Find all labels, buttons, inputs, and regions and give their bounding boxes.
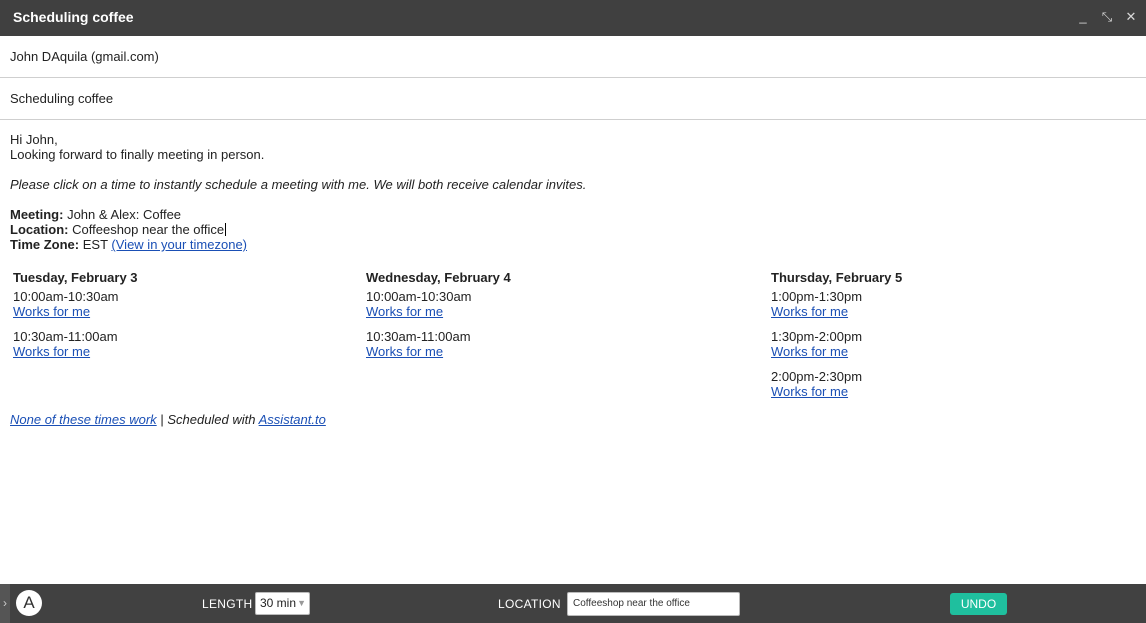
popout-icon[interactable]: ⤡ [1098,8,1116,26]
slot-time: 10:00am-10:30am [366,289,472,304]
length-value: 30 min [260,596,297,610]
location-input[interactable]: Coffeeshop near the office [567,592,740,616]
none-of-these-times-link[interactable]: None of these times work [10,412,157,427]
compose-title: Scheduling coffee [13,9,134,25]
timezone-value: EST [82,237,108,252]
day-column-thursday: Thursday, February 5 1:00pm-1:30pm Works… [771,270,902,409]
length-select[interactable]: 30 min ▼ [255,592,310,615]
dropdown-arrow-icon: ▼ [297,598,306,608]
time-slot: 1:30pm-2:00pm Works for me [771,329,902,359]
day-column-tuesday: Tuesday, February 3 10:00am-10:30am Work… [13,270,138,369]
instructions-text: Please click on a time to instantly sche… [10,177,587,192]
assistant-to-link[interactable]: Assistant.to [259,412,326,427]
undo-button[interactable]: UNDO [950,593,1007,615]
location-label: LOCATION [498,597,561,611]
works-for-me-link[interactable]: Works for me [13,344,90,359]
greeting: Hi John, [10,132,58,147]
meeting-value: John & Alex: Coffee [67,207,182,222]
compose-title-bar: Scheduling coffee _ ⤡ ✕ [0,0,1146,36]
works-for-me-link[interactable]: Works for me [366,304,443,319]
intro-text: Looking forward to finally meeting in pe… [10,147,265,162]
meeting-details: Meeting: John & Alex: Coffee Location: C… [10,207,1130,252]
location-label: Location: [10,222,69,237]
slot-time: 1:00pm-1:30pm [771,289,863,304]
works-for-me-link[interactable]: Works for me [771,304,848,319]
close-icon[interactable]: ✕ [1122,8,1140,26]
works-for-me-link[interactable]: Works for me [771,344,848,359]
time-slot: 10:00am-10:30am Works for me [366,289,511,319]
day-column-wednesday: Wednesday, February 4 10:00am-10:30am Wo… [366,270,511,369]
works-for-me-link[interactable]: Works for me [366,344,443,359]
time-slot: 2:00pm-2:30pm Works for me [771,369,902,399]
text-cursor [225,223,227,236]
assistant-toolbar: › A LENGTH 30 min ▼ LOCATION Coffeeshop … [0,584,1146,623]
scheduling-footer: None of these times work | Scheduled wit… [10,412,326,427]
message-body[interactable]: Hi John, Looking forward to finally meet… [10,132,1130,252]
minimize-icon[interactable]: _ [1074,8,1092,26]
slot-time: 1:30pm-2:00pm [771,329,863,344]
subject-field[interactable]: Scheduling coffee [0,79,1146,120]
meeting-label: Meeting: [10,207,64,222]
slot-time: 2:00pm-2:30pm [771,369,863,384]
time-slot: 10:00am-10:30am Works for me [13,289,138,319]
works-for-me-link[interactable]: Works for me [771,384,848,399]
window-controls: _ ⤡ ✕ [1074,8,1140,26]
slot-time: 10:00am-10:30am [13,289,119,304]
meeting-line: Meeting: John & Alex: Coffee [10,207,1130,222]
location-line: Location: Coffeeshop near the office [10,222,1130,237]
works-for-me-link[interactable]: Works for me [13,304,90,319]
time-slot: 10:30am-11:00am Works for me [366,329,511,359]
slot-time: 10:30am-11:00am [13,329,118,344]
timezone-line: Time Zone: EST (View in your timezone) [10,237,1130,252]
slot-time: 10:30am-11:00am [366,329,471,344]
collapse-handle-icon[interactable]: › [0,584,10,623]
recipient-field[interactable]: John DAquila (gmail.com) [0,37,1146,78]
day-header: Thursday, February 5 [771,270,903,285]
footer-separator: | [160,412,164,427]
scheduled-with-text: Scheduled with [167,412,256,427]
timezone-label: Time Zone: [10,237,80,252]
time-slot: 10:30am-11:00am Works for me [13,329,138,359]
location-value: Coffeeshop near the office [72,222,225,237]
day-header: Tuesday, February 3 [13,270,138,285]
view-timezone-link[interactable]: (View in your timezone) [111,237,247,252]
day-header: Wednesday, February 4 [366,270,511,285]
time-slot: 1:00pm-1:30pm Works for me [771,289,902,319]
assistant-logo-icon[interactable]: A [16,590,42,616]
length-label: LENGTH [202,597,253,611]
